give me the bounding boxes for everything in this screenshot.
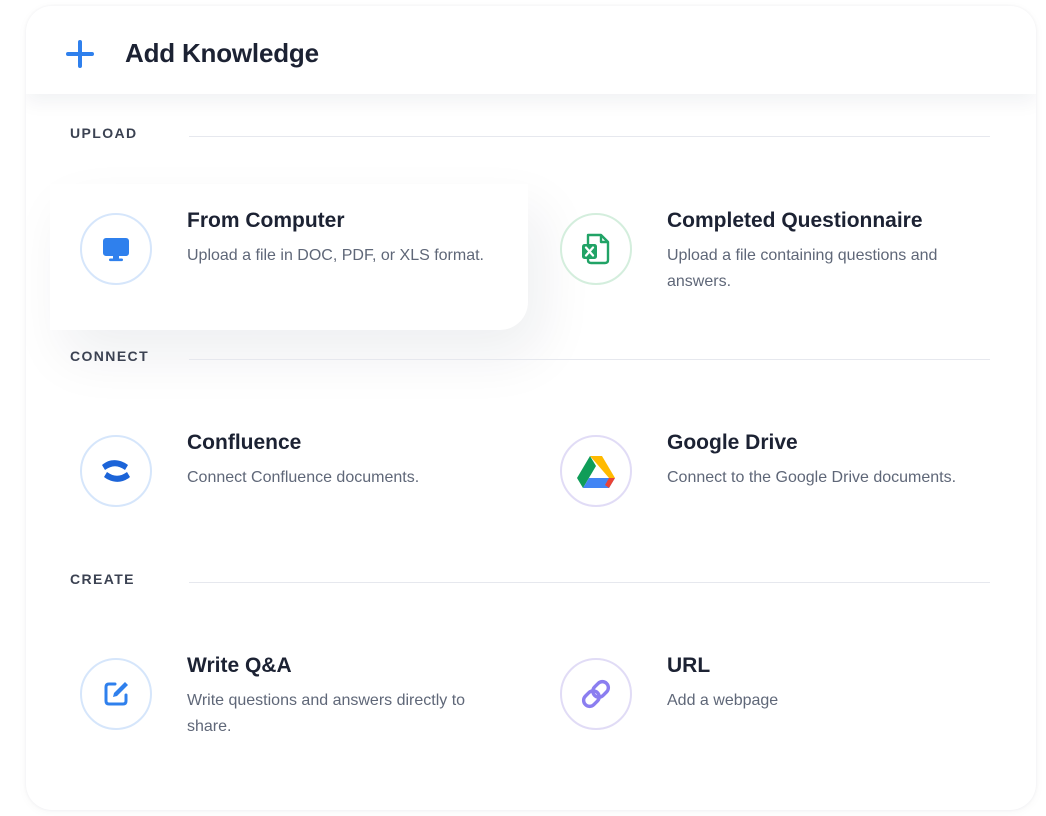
option-write-qa[interactable]: Write Q&A Write questions and answers di… [80, 654, 510, 736]
option-title: From Computer [187, 209, 345, 232]
edit-pencil-icon [104, 682, 128, 706]
icon-circle [560, 435, 632, 507]
computer-monitor-icon [103, 238, 129, 262]
option-confluence[interactable]: Confluence Connect Confluence documents. [80, 431, 510, 513]
icon-circle [80, 658, 152, 730]
google-drive-icon [577, 456, 615, 488]
excel-file-icon [582, 233, 610, 265]
option-title: Completed Questionnaire [667, 209, 923, 232]
plus-icon[interactable] [64, 38, 96, 70]
option-description: Upload a file in DOC, PDF, or XLS format… [187, 247, 484, 264]
option-from-computer[interactable]: From Computer Upload a file in DOC, PDF,… [80, 209, 510, 291]
icon-circle [560, 213, 632, 285]
panel-header: Add Knowledge [26, 6, 1036, 94]
option-title: Write Q&A [187, 654, 292, 677]
icon-circle [560, 658, 632, 730]
icon-circle [80, 213, 152, 285]
option-description: Write questions and answers directly to … [187, 692, 466, 735]
confluence-icon [102, 460, 130, 482]
page-title: Add Knowledge [125, 38, 319, 68]
icon-circle [80, 435, 152, 507]
option-title: Confluence [187, 431, 302, 454]
section-label-create: CREATE [70, 571, 135, 587]
option-title: URL [667, 654, 711, 677]
add-knowledge-panel: Add Knowledge UPLOAD From Computer Uploa… [26, 6, 1036, 810]
option-completed-questionnaire[interactable]: Completed Questionnaire Upload a file co… [560, 209, 990, 291]
option-google-drive[interactable]: Google Drive Connect to the Google Drive… [560, 431, 990, 513]
option-description: Upload a file containing questions and a… [667, 247, 938, 290]
section-label-connect: CONNECT [70, 348, 150, 364]
option-description: Connect to the Google Drive documents. [667, 469, 957, 486]
option-description: Connect Confluence documents. [187, 469, 420, 486]
section-divider [189, 359, 990, 360]
option-url[interactable]: URL Add a webpage [560, 654, 990, 736]
link-icon [581, 679, 611, 709]
option-description: Add a webpage [667, 692, 779, 709]
section-label-upload: UPLOAD [70, 125, 138, 141]
option-title: Google Drive [667, 431, 798, 454]
section-divider [189, 136, 990, 137]
section-divider [189, 582, 990, 583]
